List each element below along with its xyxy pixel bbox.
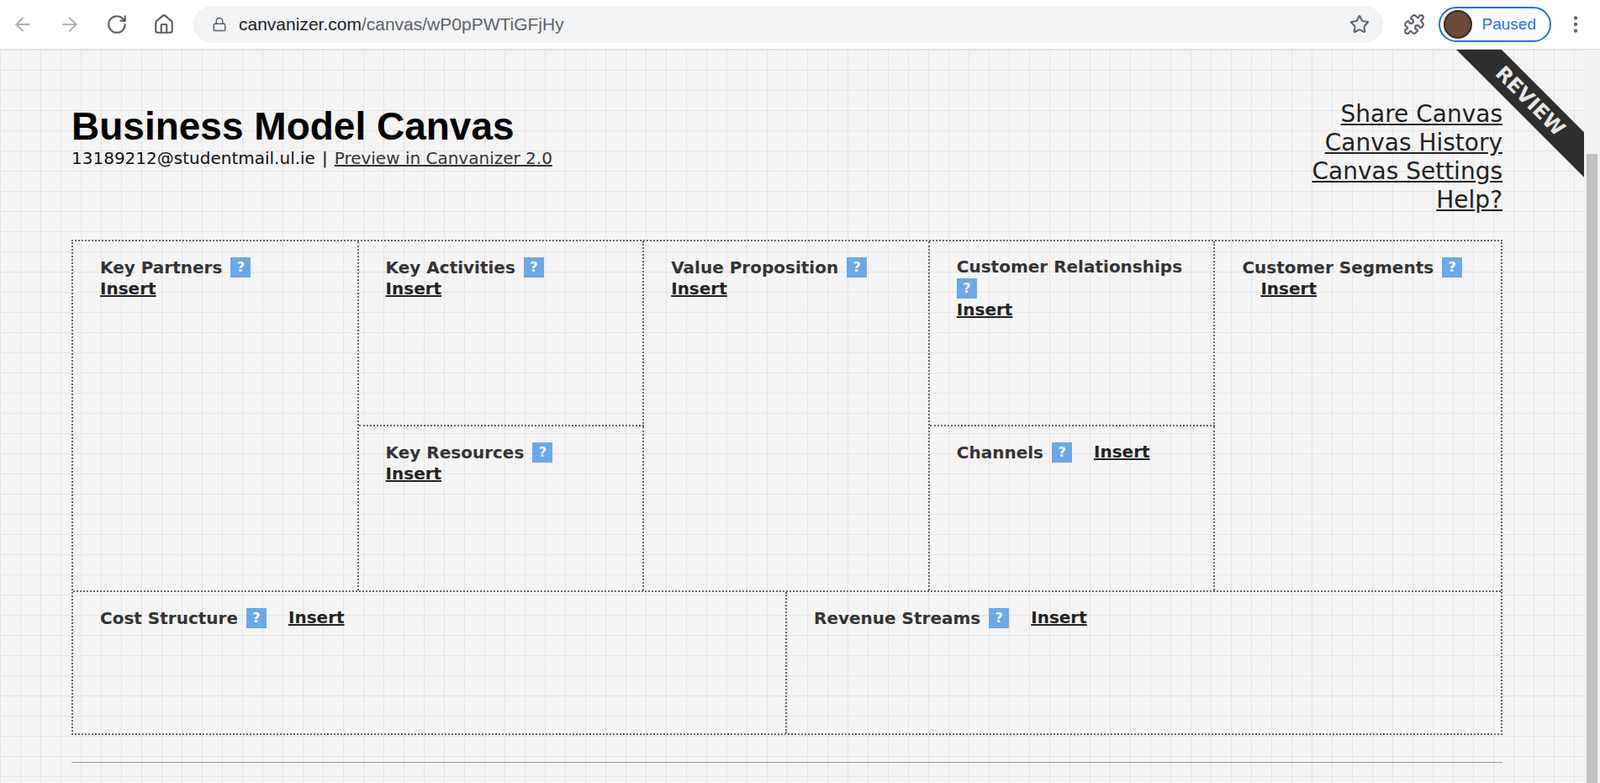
browser-window: canvanizer.com/canvas/wP0pPWTiGFjHy Pause… <box>0 0 1600 783</box>
block-title: Key Partners <box>100 257 222 279</box>
help-button[interactable]: ? <box>230 257 251 278</box>
canvas-block: Revenue Streams? Insert <box>786 591 1501 734</box>
canvas-block: Channels? Insert <box>929 426 1216 591</box>
address-bar[interactable]: canvanizer.com/canvas/wP0pPWTiGFjHy <box>193 5 1384 43</box>
canvas-block: Key Activities? Insert <box>359 241 645 427</box>
extensions-puzzle-icon[interactable] <box>1403 13 1426 36</box>
header-link[interactable]: Share Canvas <box>1341 100 1503 129</box>
menu-dots-icon[interactable] <box>1564 13 1587 36</box>
insert-link[interactable]: Insert <box>385 278 443 299</box>
url: canvanizer.com/canvas/wP0pPWTiGFjHy <box>238 10 565 38</box>
home-icon[interactable] <box>153 13 175 36</box>
insert-link[interactable]: Insert <box>1030 607 1088 628</box>
insert-link[interactable]: Insert <box>385 463 443 484</box>
block-title: Cost Structure <box>100 607 238 629</box>
insert-link[interactable]: Insert <box>670 278 728 299</box>
page-header: Business Model Canvas13189212@studentmai… <box>71 100 1503 215</box>
bookmark-star-icon[interactable] <box>1349 14 1370 35</box>
help-button[interactable]: ? <box>988 607 1009 629</box>
help-button[interactable]: ? <box>1441 257 1463 278</box>
help-button[interactable]: ? <box>246 607 267 629</box>
help-button[interactable]: ? <box>523 257 544 278</box>
profile-pill[interactable]: Paused <box>1438 6 1552 43</box>
header-link[interactable]: Help? <box>1436 185 1503 215</box>
canvas-block: Cost Structure? Insert <box>73 591 787 734</box>
canvas-block: Value Proposition? Insert <box>644 241 930 591</box>
canvas-block: Key Resources? Insert <box>359 426 645 591</box>
browser-toolbar: canvanizer.com/canvas/wP0pPWTiGFjHy Pause… <box>0 0 1600 49</box>
insert-link[interactable]: Insert <box>100 278 157 299</box>
reload-icon[interactable] <box>105 13 128 36</box>
header-link[interactable]: Canvas History <box>1325 128 1503 158</box>
insert-link[interactable]: Insert <box>956 299 1014 320</box>
block-title: Customer Segments <box>1241 257 1434 279</box>
block-title: Customer Relationships <box>956 256 1183 278</box>
canvas-block: Customer Relationships?Insert <box>929 241 1216 427</box>
page-title: Business Model Canvas <box>71 105 553 148</box>
preview-link[interactable]: Preview in Canvanizer 2.0 <box>334 147 553 169</box>
help-button[interactable]: ? <box>532 442 553 463</box>
avatar-icon <box>1443 10 1473 39</box>
divider <box>71 761 1503 763</box>
page: REVIEWBusiness Model Canvas13189212@stud… <box>0 49 1585 783</box>
block-title: Revenue Streams <box>813 607 981 629</box>
header-links: Share CanvasCanvas HistoryCanvas Setting… <box>1311 100 1503 215</box>
scrollbar[interactable] <box>1584 49 1600 783</box>
subtitle: 13189212@studentmail.ul.ie|Preview in Ca… <box>71 147 553 169</box>
scrollbar-thumb[interactable] <box>1586 153 1598 783</box>
block-title: Value Proposition <box>670 257 839 279</box>
block-title: Channels <box>956 442 1044 464</box>
help-button[interactable]: ? <box>1051 442 1072 463</box>
lock-icon <box>211 16 228 32</box>
block-title: Key Activities <box>385 257 516 279</box>
help-button[interactable]: ? <box>846 257 867 278</box>
canvas-block: Key Partners? Insert <box>73 241 360 591</box>
header-link[interactable]: Canvas Settings <box>1311 157 1503 186</box>
block-title: Key Resources <box>385 442 525 464</box>
forward-arrow-icon[interactable] <box>58 13 81 36</box>
insert-link[interactable]: Insert <box>1093 441 1151 462</box>
insert-link[interactable]: Insert <box>1260 278 1317 299</box>
insert-link[interactable]: Insert <box>288 607 345 628</box>
help-button[interactable]: ? <box>956 278 977 299</box>
business-model-canvas: Key Partners?InsertKey Activities?Insert… <box>71 239 1503 735</box>
canvas-block: Customer Segments? Insert <box>1214 241 1501 591</box>
back-arrow-icon[interactable] <box>11 13 34 36</box>
